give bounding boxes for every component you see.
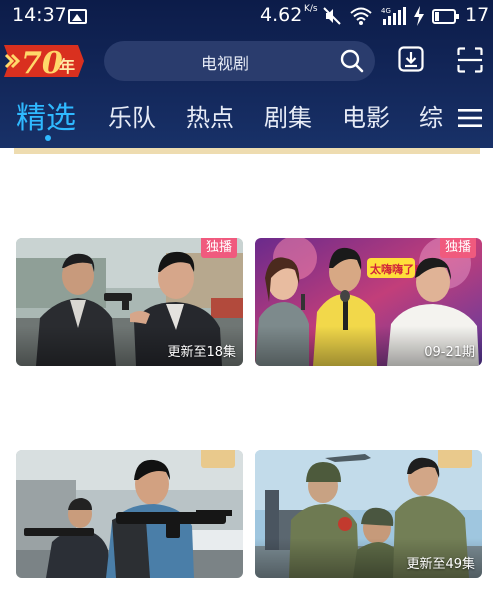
category-tabs: 精选 乐队 热点 剧集 电影 综 <box>0 92 493 148</box>
network-speed-unit: K/s <box>304 4 318 14</box>
show-overlay-tag: 太嗨嗨了! <box>369 262 419 276</box>
top-header: 14:37 4.62 K/s 4G 17 70 年 电视剧 精选 乐队 热点 剧… <box>0 0 493 148</box>
corner-tag <box>201 450 235 468</box>
banner-edge <box>14 148 480 154</box>
status-bar: 14:37 4.62 K/s 4G 17 <box>0 0 493 32</box>
search-placeholder: 电视剧 <box>200 54 249 73</box>
battery-icon <box>432 9 459 24</box>
video-card[interactable]: 太嗨嗨了! 独播 09-21期 <box>255 238 482 366</box>
episode-status: 09-21期 <box>424 345 475 360</box>
episode-status: 更新至18集 <box>167 345 236 360</box>
exclusive-badge: 独播 <box>200 238 237 258</box>
status-time: 14:37 <box>12 4 67 26</box>
tab-featured[interactable]: 精选 <box>16 93 76 137</box>
svg-text:4G: 4G <box>381 7 391 15</box>
app-screen: 14:37 4.62 K/s 4G 17 70 年 电视剧 精选 乐队 热点 剧… <box>0 0 493 606</box>
svg-text:年: 年 <box>59 57 75 76</box>
svg-text:70: 70 <box>21 46 63 80</box>
wifi-icon <box>350 7 372 25</box>
tab-variety[interactable]: 综 <box>419 98 443 133</box>
mute-icon <box>323 7 341 25</box>
cellular-signal-icon: 4G <box>381 7 406 25</box>
download-icon[interactable] <box>398 46 424 72</box>
scan-icon[interactable] <box>457 47 483 73</box>
tab-band[interactable]: 乐队 <box>108 98 156 133</box>
video-card[interactable]: 独播 更新至18集 <box>16 238 243 366</box>
search-bar[interactable]: 电视剧 <box>104 41 375 81</box>
episode-status: 更新至49集 <box>406 557 475 572</box>
menu-icon[interactable] <box>458 107 482 129</box>
anniversary-logo[interactable]: 70 年 <box>2 42 84 80</box>
tab-movies[interactable]: 电影 <box>342 98 390 133</box>
tab-series[interactable]: 剧集 <box>264 98 312 133</box>
active-tab-indicator <box>45 135 51 141</box>
tab-hot[interactable]: 热点 <box>186 98 234 133</box>
charging-icon <box>414 6 424 26</box>
video-card[interactable]: 更新至49集 <box>255 450 482 578</box>
network-speed: 4.62 <box>260 4 303 26</box>
corner-tag <box>438 450 472 468</box>
video-card[interactable] <box>16 450 243 578</box>
gallery-notification-icon <box>68 9 87 24</box>
search-icon[interactable] <box>340 49 364 73</box>
video-thumbnail <box>16 450 243 578</box>
battery-level: 17 <box>465 4 490 26</box>
exclusive-badge: 独播 <box>439 238 476 258</box>
